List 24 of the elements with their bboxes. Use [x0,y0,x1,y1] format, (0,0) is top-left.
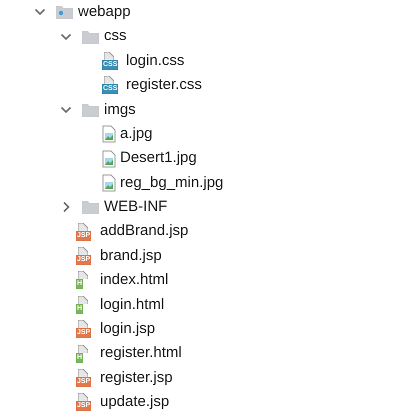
file-name[interactable]: update.jsp [100,391,170,414]
folder-name[interactable]: css [104,25,126,48]
file-name[interactable]: login.jsp [100,318,156,341]
file-name[interactable]: addBrand.jsp [100,220,188,243]
file-name[interactable]: login.html [100,294,164,316]
folder-icon [82,30,99,44]
file-name[interactable]: reg_bg_min.jpg [120,172,224,194]
folder-icon [82,102,99,117]
folder-icon [82,200,99,214]
folder-name[interactable]: imgs [104,98,136,121]
file-name[interactable]: register.html [100,342,182,365]
file-name[interactable]: index.html [100,269,168,292]
folder-icon [56,5,73,20]
folder-name[interactable]: webapp [78,0,131,24]
image-file-icon [102,125,116,144]
file-name[interactable]: register.jsp [100,366,173,390]
file-name[interactable]: a.jpg [120,122,153,146]
folder-name[interactable]: WEB-INF [104,196,168,219]
image-file-icon [102,150,116,168]
file-name[interactable]: login.css [126,50,184,72]
image-file-icon [102,174,116,192]
file-name[interactable]: register.css [126,74,202,97]
file-name[interactable]: Desert1.jpg [120,147,197,170]
file-name[interactable]: brand.jsp [100,244,162,268]
